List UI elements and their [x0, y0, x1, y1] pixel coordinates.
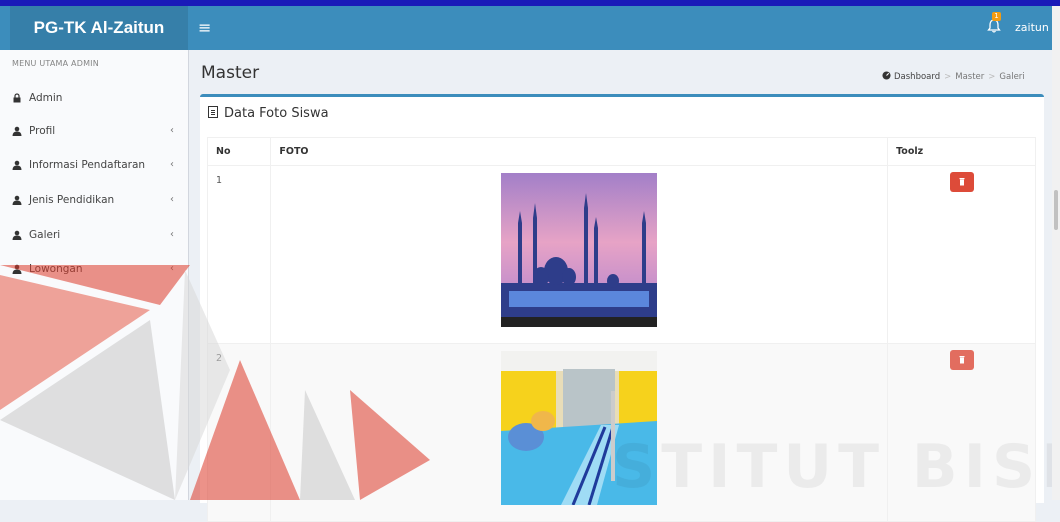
- sidebar-item-label: Lowongan: [29, 263, 83, 275]
- table-header-row: No FOTO Toolz: [206, 137, 1036, 166]
- breadcrumb-galeri: Galeri: [999, 72, 1025, 82]
- chevron-left-icon: ‹: [170, 159, 174, 170]
- notification-badge: 1: [992, 12, 1001, 21]
- column-header-no: No: [206, 137, 272, 166]
- sidebar-item-label: Informasi Pendaftaran: [29, 159, 146, 171]
- trash-icon: [959, 178, 965, 186]
- breadcrumb-master: Master: [955, 72, 985, 82]
- sidebar-item-label: Galeri: [29, 229, 61, 241]
- delete-button[interactable]: [949, 172, 974, 192]
- document-icon: [208, 106, 218, 118]
- breadcrumb-separator: >: [944, 72, 952, 82]
- user-menu[interactable]: zaitun: [1015, 6, 1049, 50]
- photo-cell: [270, 165, 889, 344]
- sidebar: [0, 50, 189, 500]
- scrollbar-thumb[interactable]: [1054, 190, 1058, 230]
- breadcrumb: Dashboard > Master > Galeri: [882, 71, 1025, 82]
- sidebar-header: MENU UTAMA ADMIN: [12, 59, 99, 68]
- sidebar-item-label: Admin: [29, 92, 63, 104]
- sidebar-toggle-button[interactable]: ≡: [198, 6, 211, 50]
- chevron-left-icon: ‹: [170, 125, 174, 136]
- chevron-left-icon: ‹: [170, 194, 174, 205]
- sidebar-item-label: Jenis Pendidikan: [29, 194, 115, 206]
- sidebar-item-label: Profil: [29, 125, 56, 137]
- box-title: Data Foto Siswa: [208, 106, 329, 121]
- mosque-photo[interactable]: [501, 173, 658, 327]
- table-row: 1: [206, 165, 1036, 344]
- trash-icon: [959, 356, 965, 364]
- user-icon: [12, 160, 22, 170]
- user-icon: [12, 126, 22, 136]
- row-number: 1: [206, 165, 272, 344]
- breadcrumb-dashboard[interactable]: Dashboard: [894, 72, 940, 82]
- lock-icon: [13, 93, 21, 103]
- app-logo[interactable]: PG-TK Al-Zaitun: [10, 6, 188, 50]
- column-header-foto: FOTO: [270, 137, 889, 166]
- page-title: Master: [201, 63, 260, 83]
- delete-button[interactable]: [949, 350, 974, 370]
- dashboard-icon: [882, 71, 891, 80]
- user-icon: [12, 264, 22, 274]
- column-header-toolz: Toolz: [887, 137, 1036, 166]
- chevron-left-icon: ‹: [170, 229, 174, 240]
- tools-cell: [887, 165, 1036, 344]
- row-number: 2: [206, 343, 272, 522]
- user-icon: [12, 195, 22, 205]
- box-title-text: Data Foto Siswa: [224, 106, 329, 121]
- user-icon: [12, 230, 22, 240]
- chevron-left-icon: ‹: [170, 263, 174, 274]
- page-scrollbar[interactable]: [1052, 6, 1060, 500]
- breadcrumb-separator: >: [988, 72, 996, 82]
- watermark-text: STITUT BISNIS: [612, 432, 1060, 502]
